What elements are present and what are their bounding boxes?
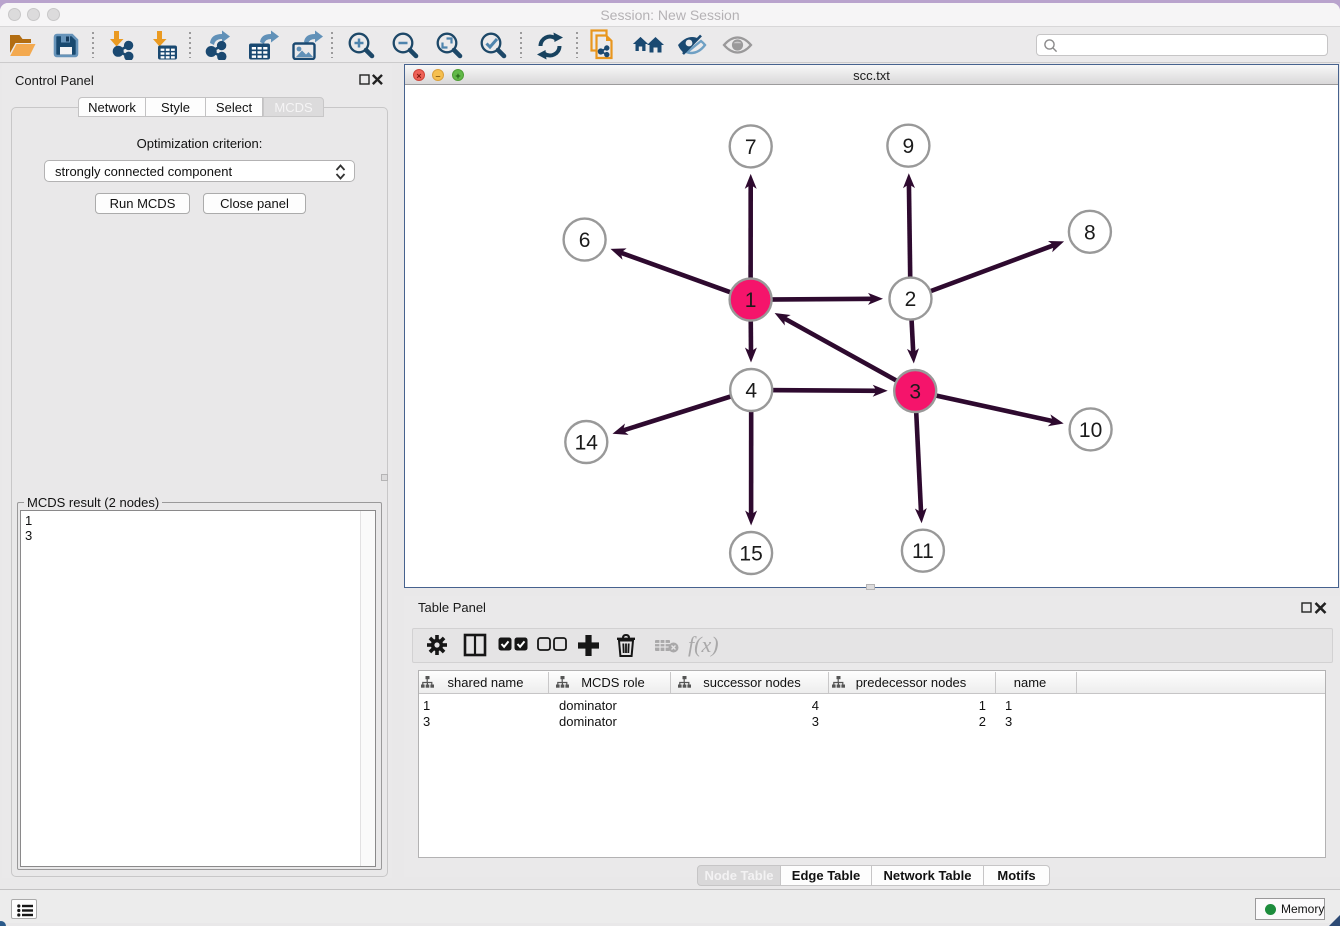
svg-text:MCDS role: MCDS role [581,675,645,690]
svg-text:4: 4 [745,380,757,403]
svg-text:predecessor nodes: predecessor nodes [856,675,967,690]
svg-text:6: 6 [579,229,591,252]
svg-text:shared name: shared name [448,675,524,690]
svg-text:15: 15 [739,543,762,566]
svg-text:9: 9 [903,135,915,158]
svg-text:10: 10 [1079,419,1102,442]
svg-text:7: 7 [745,136,757,159]
svg-text:3: 3 [909,381,921,404]
svg-text:8: 8 [1084,221,1096,244]
svg-text:2: 2 [905,288,917,311]
svg-text:name: name [1014,675,1047,690]
svg-text:successor nodes: successor nodes [703,675,801,690]
svg-text:14: 14 [575,432,599,455]
svg-text:1: 1 [745,289,757,312]
svg-text:11: 11 [912,540,934,563]
